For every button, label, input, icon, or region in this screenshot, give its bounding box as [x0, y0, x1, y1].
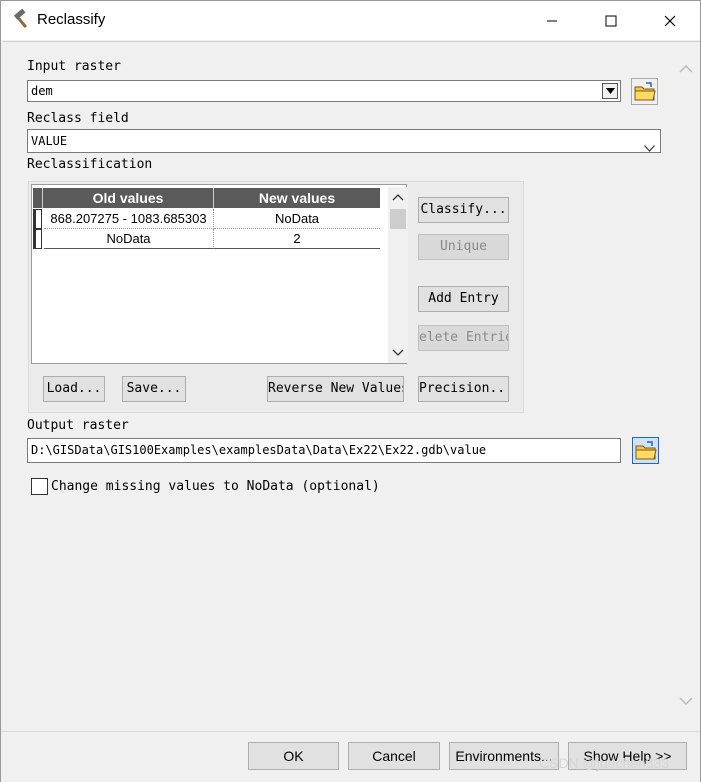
reclassify-window: Reclassify Input raster dem Reclass fiel…: [0, 0, 701, 782]
reclass-field-value: VALUE: [31, 134, 68, 148]
close-icon: [664, 15, 676, 26]
reclass-field-select[interactable]: VALUE: [27, 129, 661, 153]
output-raster-label: Output raster: [27, 418, 129, 433]
minimize-button[interactable]: [523, 1, 581, 40]
change-missing-values-label: Change missing values to NoData (optiona…: [51, 479, 380, 494]
output-raster-input[interactable]: D:\GISData\GIS100Examples\examplesData\D…: [27, 438, 621, 463]
load-button[interactable]: Load...: [43, 376, 105, 402]
table-cell-old-value[interactable]: 868.207275 - 1083.685303: [44, 209, 214, 229]
input-raster-value: dem: [31, 84, 53, 98]
precision-button[interactable]: Precision...: [418, 376, 509, 402]
table-scrollbar[interactable]: [388, 187, 408, 363]
folder-icon: [635, 440, 657, 459]
chevron-down-icon: [605, 88, 615, 94]
window-title: Reclassify: [37, 11, 106, 28]
dialog-scrollbar[interactable]: [675, 58, 697, 718]
table-cell-new-value[interactable]: NoData: [214, 209, 380, 229]
close-button[interactable]: [641, 1, 699, 40]
scrollbar-graphic: [390, 194, 406, 356]
input-raster-combo[interactable]: dem: [27, 80, 621, 102]
maximize-button[interactable]: [582, 1, 640, 40]
table-cell-new-value[interactable]: 2: [214, 229, 380, 249]
folder-icon: [634, 81, 656, 100]
minimize-icon: [547, 20, 557, 21]
input-raster-browse-button[interactable]: [631, 78, 658, 105]
save-button[interactable]: Save...: [122, 376, 186, 402]
row-selector[interactable]: [33, 229, 42, 249]
delete-entries-button[interactable]: elete Entrie: [418, 325, 509, 351]
title-bar: Reclassify: [1, 1, 700, 40]
header-corner: [33, 188, 42, 208]
reclass-field-label: Reclass field: [27, 111, 129, 126]
dialog-content: Input raster dem Reclass field VALUE Rec…: [3, 41, 700, 741]
input-raster-label: Input raster: [27, 59, 121, 74]
dialog-scrollbar-graphic: [679, 64, 693, 706]
ok-button[interactable]: OK: [248, 742, 339, 770]
input-raster-dropdown-button[interactable]: [602, 83, 618, 99]
reverse-new-values-button[interactable]: Reverse New Values: [267, 376, 404, 402]
cancel-button[interactable]: Cancel: [348, 742, 440, 770]
output-raster-browse-button[interactable]: [632, 437, 659, 464]
watermark: CSDN @juechen333: [539, 755, 670, 771]
hammer-icon: [11, 8, 33, 31]
classify-button[interactable]: Classify...: [418, 197, 509, 223]
table-cell-old-value[interactable]: NoData: [44, 229, 214, 249]
chevron-down-icon: [644, 137, 655, 152]
reclassification-label: Reclassification: [27, 157, 153, 172]
column-header-new-values[interactable]: New values: [213, 188, 380, 208]
maximize-icon: [605, 15, 617, 26]
column-header-old-values[interactable]: Old values: [42, 188, 213, 208]
add-entry-button[interactable]: Add Entry: [418, 286, 509, 312]
reclass-table[interactable]: Old values New values 868.207275 - 1083.…: [31, 184, 408, 364]
row-selector[interactable]: [33, 209, 42, 229]
change-missing-values-checkbox[interactable]: [31, 478, 48, 495]
reclassification-group: Old values New values 868.207275 - 1083.…: [28, 181, 524, 413]
unique-button[interactable]: Unique: [418, 234, 509, 260]
